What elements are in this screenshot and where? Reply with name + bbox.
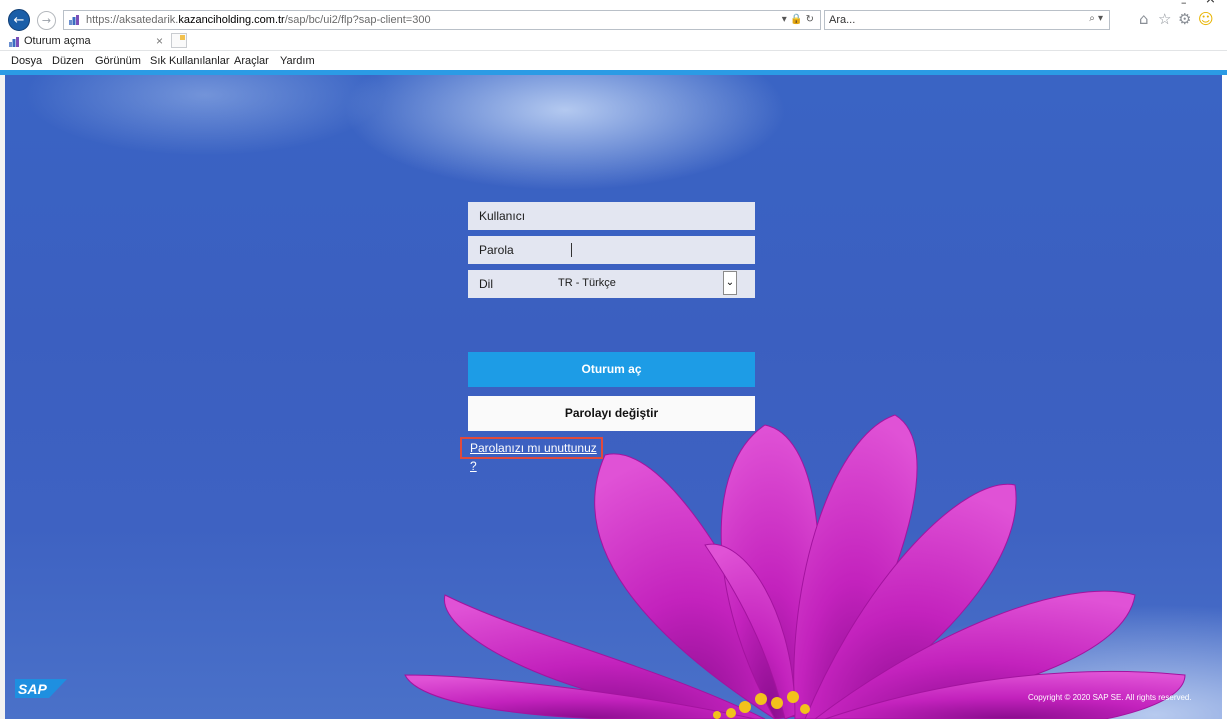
username-label: Kullanıcı [479,209,526,223]
login-button[interactable]: Oturum aç [468,352,755,387]
tab-favicon-icon [9,37,19,47]
password-field[interactable]: Parola [468,236,755,264]
menu-view[interactable]: Görünüm [95,52,141,70]
back-button[interactable]: ← [8,9,30,31]
password-label: Parola [479,243,514,257]
address-tools-icons[interactable]: ▾ 🔒 ↻ [782,11,814,29]
menu-tools[interactable]: Araçlar [234,52,269,70]
svg-text:SAP: SAP [18,681,47,697]
menu-help[interactable]: Yardım [280,52,315,70]
login-page: Kullanıcı Parola Dil TR - Türkçe ⌄ Oturu… [5,75,1222,719]
menu-edit[interactable]: Düzen [52,52,84,70]
tab-strip-divider [0,50,1227,51]
tab-title: Oturum açma [24,35,91,47]
tab-close-icon[interactable]: × [156,33,163,50]
address-bar[interactable]: https://aksatedarik.kazanciholding.com.t… [63,10,821,30]
sap-logo: SAP [15,679,67,698]
forward-button[interactable]: → [37,11,56,30]
menu-bar: Dosya Düzen Görünüm Sık Kullanılanlar Ar… [0,52,1227,70]
menu-favorites[interactable]: Sık Kullanılanlar [150,52,230,70]
settings-gear-icon[interactable]: ⚙ [1178,10,1191,28]
change-password-button[interactable]: Parolayı değiştir [468,396,755,431]
forward-arrow-icon: → [41,14,52,27]
tab-login[interactable]: Oturum açma × [6,33,192,50]
new-tab-button[interactable] [171,33,187,48]
site-favicon-icon [69,15,79,25]
url-prefix: https://aksatedarik. [86,14,179,26]
back-arrow-icon: ← [13,12,25,28]
url-path: /sap/bc/ui2/flp?sap-client=300 [284,14,431,26]
feedback-smiley-icon[interactable]: ☺ [1198,10,1214,28]
menu-file[interactable]: Dosya [11,52,42,70]
forgot-password-link[interactable]: Parolanızı mı unuttunuz ? [460,437,603,473]
username-field[interactable]: Kullanıcı [468,202,755,230]
favorites-star-icon[interactable]: ☆ [1158,10,1171,28]
window-close-icon[interactable]: × [1205,0,1216,7]
search-icon[interactable]: ⌕ ▾ [1089,13,1103,24]
chevron-down-icon[interactable]: ⌄ [723,271,737,295]
search-box[interactable]: ⌕ ▾ [824,10,1110,30]
url-domain: kazanciholding.com.tr [178,14,285,26]
language-label: Dil [479,277,493,291]
language-selected-value: TR - Türkçe [558,277,616,289]
language-select[interactable]: Dil TR - Türkçe ⌄ [468,270,755,298]
text-cursor [571,243,572,257]
browser-chrome: ← → https://aksatedarik.kazanciholding.c… [0,0,1227,75]
home-icon[interactable]: ⌂ [1139,10,1149,28]
copyright-text: Copyright © 2020 SAP SE. All rights rese… [1028,693,1192,702]
url-text: https://aksatedarik.kazanciholding.com.t… [86,11,431,29]
search-input[interactable] [829,12,1069,28]
